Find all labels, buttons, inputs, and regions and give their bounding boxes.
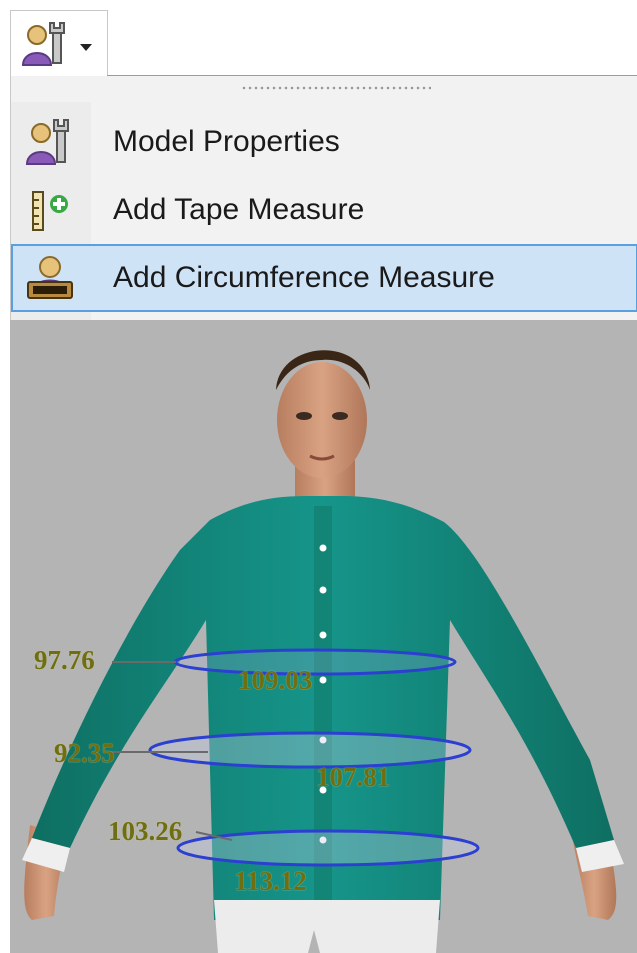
- user-wrench-icon: [25, 119, 69, 165]
- avatar-model: [22, 350, 624, 953]
- chevron-down-icon: [80, 44, 92, 51]
- model-viewport[interactable]: 97.76 109.03 92.35 107.81 103.26 113.12: [10, 320, 637, 953]
- menu-item-label: Add Tape Measure: [113, 193, 365, 226]
- measurement-label: 113.12: [234, 866, 307, 896]
- model-tools-menu: Model Properties Add Tape Measure Add Ci…: [10, 76, 637, 320]
- measurement-label: 92.35: [54, 738, 115, 768]
- menu-item-label: Add Circumference Measure: [113, 261, 495, 294]
- user-wrench-icon: [21, 22, 65, 66]
- menu-grip-handle[interactable]: [241, 86, 431, 90]
- tape-measure-add-icon: [32, 191, 68, 231]
- measurement-label: 103.26: [108, 816, 183, 846]
- measurement-label: 97.76: [34, 645, 95, 675]
- circumference-measure-icon: [27, 256, 73, 299]
- model-tools-dropdown-button[interactable]: [10, 10, 108, 76]
- measurement-label: 107.81: [316, 762, 391, 792]
- measurement-label: 109.03: [238, 665, 313, 695]
- menu-item-label: Model Properties: [113, 125, 340, 158]
- menu-item-add-circumference-measure[interactable]: Add Circumference Measure: [11, 244, 637, 312]
- menu-item-add-tape-measure[interactable]: Add Tape Measure: [11, 176, 637, 244]
- menu-item-model-properties[interactable]: Model Properties: [11, 108, 637, 176]
